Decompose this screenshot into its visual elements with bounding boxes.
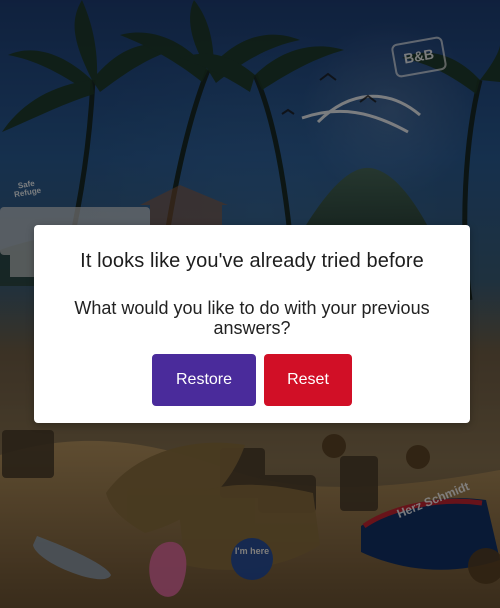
dialog-question: What would you like to do with your prev… bbox=[74, 298, 430, 338]
reset-button[interactable]: Reset bbox=[264, 354, 352, 406]
restore-button[interactable]: Restore bbox=[152, 354, 256, 406]
restore-answers-dialog: It looks like you've already tried befor… bbox=[34, 225, 470, 423]
dialog-title: It looks like you've already tried befor… bbox=[80, 250, 424, 272]
